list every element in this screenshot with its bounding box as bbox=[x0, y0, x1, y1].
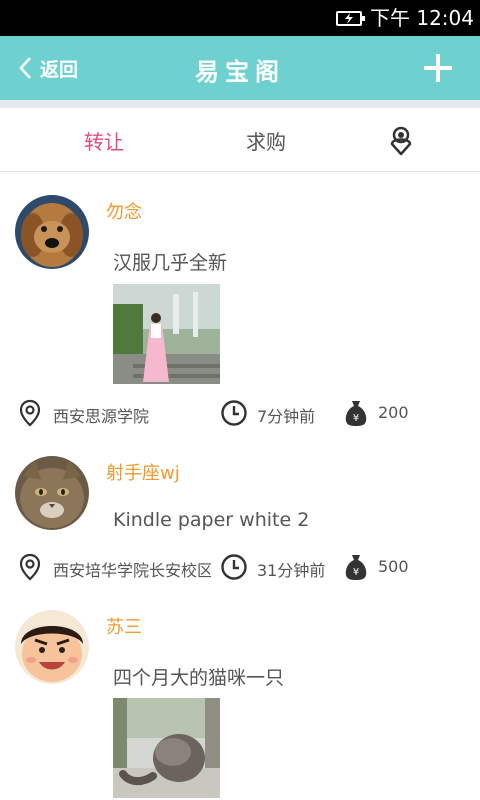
avatar[interactable] bbox=[15, 456, 89, 530]
post-image[interactable] bbox=[113, 284, 220, 384]
post-text: 汉服几乎全新 bbox=[113, 252, 228, 274]
clock-icon bbox=[221, 400, 247, 426]
time-text: 7分钟前 bbox=[257, 407, 316, 426]
username[interactable]: 苏三 bbox=[106, 613, 142, 639]
status-time: 下午 12:04 bbox=[370, 6, 474, 30]
tab-bar: 转让 求购 bbox=[0, 108, 480, 172]
avatar[interactable] bbox=[15, 195, 89, 269]
tab-buy-request[interactable]: 求购 bbox=[246, 126, 286, 155]
title-bar: 返回 易宝阁 bbox=[0, 36, 480, 100]
price-text: 500 bbox=[378, 557, 409, 576]
money-bag-icon: ¥ bbox=[345, 555, 367, 580]
post-image[interactable] bbox=[113, 698, 220, 798]
divider bbox=[0, 100, 480, 108]
money-bag-icon: ¥ bbox=[345, 401, 367, 426]
location-pin-icon bbox=[19, 553, 41, 581]
svg-text:¥: ¥ bbox=[353, 413, 359, 424]
location-text: 西安培华学院长安校区 bbox=[53, 561, 211, 580]
username[interactable]: 射手座wj bbox=[106, 459, 180, 485]
page-title: 易宝阁 bbox=[195, 58, 285, 86]
avatar[interactable] bbox=[15, 610, 89, 684]
price-text: 200 bbox=[378, 403, 409, 422]
clock-icon bbox=[221, 554, 247, 580]
post-meta: 西安思源学院 7分钟前 ¥ 200 bbox=[0, 399, 480, 429]
tab-transfer[interactable]: 转让 bbox=[84, 126, 124, 155]
username[interactable]: 勿念 bbox=[106, 198, 142, 224]
post-text: Kindle paper white 2 bbox=[113, 509, 310, 531]
time-text: 31分钟前 bbox=[257, 561, 326, 580]
svg-text:¥: ¥ bbox=[353, 567, 359, 578]
location-user-icon[interactable] bbox=[386, 124, 416, 156]
plus-icon[interactable] bbox=[424, 54, 452, 82]
status-bar: 下午 12:04 bbox=[0, 0, 480, 36]
location-pin-icon bbox=[19, 399, 41, 427]
location-text: 西安思源学院 bbox=[53, 407, 150, 426]
post-text: 四个月大的猫咪一只 bbox=[113, 667, 285, 689]
battery-charging-icon bbox=[336, 11, 365, 26]
post-meta: 西安培华学院长安校区 31分钟前 ¥ 500 bbox=[0, 553, 480, 583]
